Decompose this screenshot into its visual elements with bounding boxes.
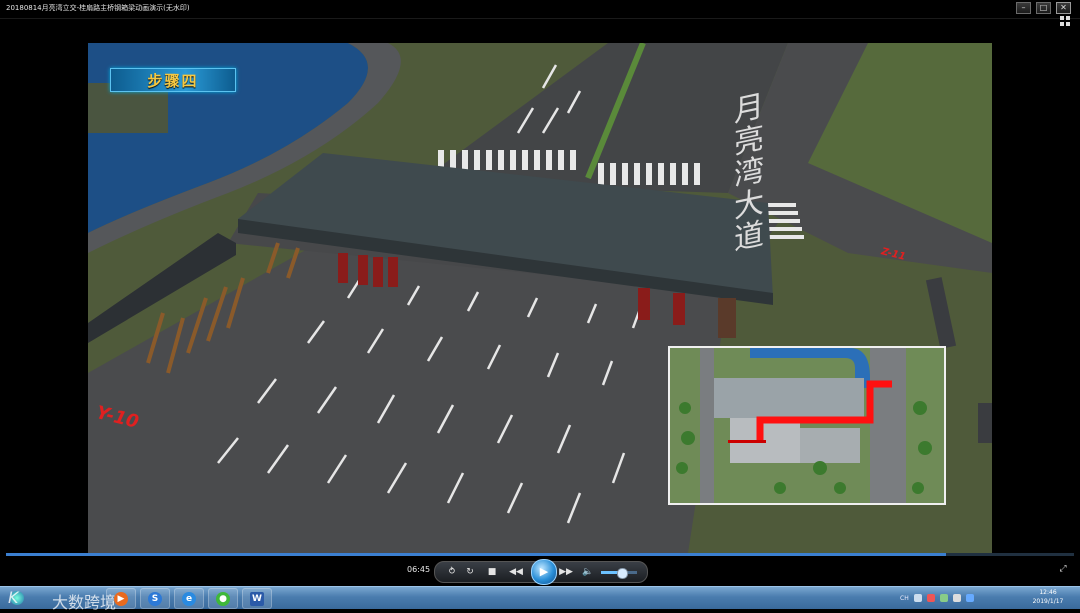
clock[interactable]: 12:46 2019/1/17	[1028, 588, 1068, 606]
keyboard-icon[interactable]	[913, 594, 922, 602]
wechat-icon: ●	[216, 591, 230, 606]
fast-forward-icon[interactable]: ▶▶	[559, 565, 573, 579]
stop-icon[interactable]: ■	[485, 565, 499, 579]
maximize-button[interactable]: □	[1036, 2, 1051, 14]
rewind-icon[interactable]: ◀◀	[509, 565, 523, 579]
step-label: 步骤四	[147, 71, 199, 90]
window-layout-icon[interactable]	[1060, 16, 1070, 26]
close-button[interactable]: ✕	[1056, 2, 1071, 14]
step-badge: 步骤四	[110, 68, 236, 92]
window-title: 20180814月亮湾立交-桂扇路主桥钢箱梁动画演示(无水印)	[6, 4, 190, 12]
volume-slider[interactable]	[601, 568, 637, 579]
notification-icon[interactable]	[965, 594, 974, 602]
window-title-bar: 20180814月亮湾立交-桂扇路主桥钢箱梁动画演示(无水印) – □ ✕	[0, 0, 1080, 19]
minimize-button[interactable]: –	[1016, 2, 1031, 14]
repeat-icon[interactable]: ⥁	[445, 565, 459, 579]
clock-date: 2019/1/17	[1032, 598, 1064, 605]
media-player-taskbar-button[interactable]: ▶	[106, 588, 136, 609]
video-frame[interactable]: 月亮湾大道 步骤四 Y-10 Z-11	[88, 43, 992, 553]
watermark-logo: K	[8, 588, 19, 607]
ie-icon: e	[182, 591, 196, 606]
refresh-icon[interactable]: ↻	[463, 565, 477, 579]
volume-tray-icon[interactable]	[952, 594, 961, 602]
system-tray: CH	[900, 591, 974, 605]
sogou-taskbar-button[interactable]: S	[140, 588, 170, 609]
play-icon[interactable]: ▶	[531, 559, 557, 585]
network-icon[interactable]	[939, 594, 948, 602]
speaker-icon[interactable]: 🔈	[581, 565, 595, 579]
word-taskbar-button[interactable]: W	[242, 588, 272, 609]
minimap-graphic	[670, 348, 944, 503]
current-time: 06:45	[407, 565, 431, 574]
fullscreen-icon[interactable]: ⤢	[1058, 564, 1068, 574]
media-player-icon: ▶	[114, 591, 128, 606]
player-controls: 06:45 ⥁ ↻ ■ ◀◀ ▶ ▶▶ 🔈 ⤢	[0, 556, 1080, 586]
control-pill: ⥁ ↻ ■ ◀◀ ▶ ▶▶ 🔈	[434, 559, 648, 585]
site-minimap	[668, 346, 946, 505]
taskbar: K 大数跨境 ▶ S e ● W CH 12:46 2019/1/17	[0, 586, 1080, 612]
volume-knob[interactable]	[616, 568, 628, 579]
input-language[interactable]: CH	[900, 595, 909, 602]
security-icon[interactable]	[926, 594, 935, 602]
word-icon: W	[250, 591, 264, 606]
road-name-marking: 月亮湾大道	[728, 89, 763, 257]
wechat-taskbar-button[interactable]: ●	[208, 588, 238, 609]
clock-time: 12:46	[1039, 589, 1057, 596]
sogou-icon: S	[148, 591, 162, 606]
ie-taskbar-button[interactable]: e	[174, 588, 204, 609]
